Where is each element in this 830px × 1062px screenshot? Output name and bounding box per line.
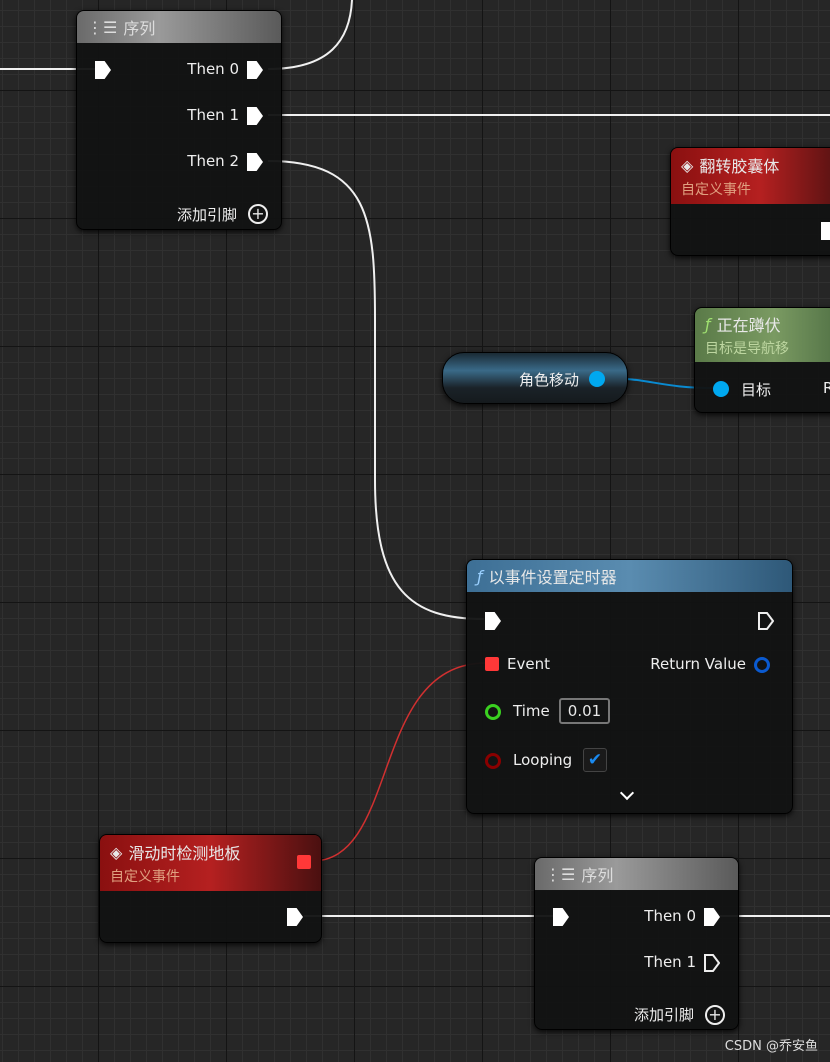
return-value-pin[interactable] [754, 657, 770, 673]
then-1-pin[interactable] [247, 107, 263, 125]
node-header: ƒ 正在蹲伏 目标是导航移 [695, 308, 830, 362]
exec-in-pin[interactable] [485, 612, 501, 630]
sequence-icon: ⋮☰ [87, 17, 118, 37]
function-icon: ƒ [705, 314, 711, 334]
wire-delegate [311, 662, 487, 862]
return-label: R [823, 379, 830, 397]
slide-detect-floor-event-node[interactable]: ◈ 滑动时检测地板 自定义事件 [99, 834, 322, 943]
event-pin[interactable] [485, 657, 499, 671]
is-crouching-node[interactable]: ƒ正在蹲伏 目标是导航移 目标 R [694, 307, 830, 413]
add-pin-label[interactable]: 添加引脚 [634, 1004, 694, 1025]
time-pin[interactable] [485, 704, 501, 720]
pin-then-2: Then 2 [187, 152, 239, 170]
pin-then-0: Then 0 [187, 60, 239, 78]
looping-label: Looping [513, 751, 573, 769]
event-diamond-icon: ◈ [681, 155, 694, 175]
then-0-pin[interactable] [247, 61, 263, 79]
event-diamond-icon: ◈ [110, 842, 123, 862]
node-header: ⋮☰ 序列 [535, 858, 738, 890]
return-value-label: Return Value [650, 655, 746, 673]
flip-capsule-event-node[interactable]: ◈ 翻转胶囊体 自定义事件 [670, 147, 830, 256]
then-1-pin[interactable] [704, 954, 721, 972]
variable-node[interactable]: 角色移动 [442, 352, 628, 404]
delegate-pin[interactable] [297, 855, 311, 869]
exec-out-pin[interactable] [821, 222, 830, 240]
looping-checkbox[interactable]: ✔ [583, 748, 607, 772]
node-header: ◈ 滑动时检测地板 自定义事件 [100, 835, 321, 891]
add-pin-label[interactable]: 添加引脚 [177, 204, 237, 225]
exec-in-pin[interactable] [95, 61, 111, 79]
sequence-icon: ⋮☰ [545, 864, 576, 884]
watermark: CSDN @乔安鱼 [724, 1039, 818, 1054]
set-timer-by-event-node[interactable]: ƒ 以事件设置定时器 Event Return Value Time 0.01 L… [466, 559, 793, 814]
sequence-node-top[interactable]: ⋮☰ 序列 Then 0 Then 1 Then 2 添加引脚 + [76, 10, 282, 230]
pin-then-1: Then 1 [187, 106, 239, 124]
exec-in-pin[interactable] [553, 908, 569, 926]
then-0-pin[interactable] [704, 908, 720, 926]
node-header: ◈ 翻转胶囊体 自定义事件 [671, 148, 830, 204]
add-pin-icon[interactable]: + [705, 1005, 725, 1025]
pin-then-1: Then 1 [644, 953, 696, 971]
node-header: ƒ 以事件设置定时器 [467, 560, 792, 592]
pin-then-0: Then 0 [644, 907, 696, 925]
event-label: Event [507, 655, 550, 673]
expand-chevron-icon[interactable] [619, 785, 635, 801]
then-2-pin[interactable] [247, 153, 263, 171]
target-pin[interactable] [713, 381, 729, 397]
time-input[interactable]: 0.01 [559, 698, 610, 724]
variable-label: 角色移动 [518, 371, 579, 389]
looping-pin[interactable] [485, 753, 501, 769]
time-label: Time [513, 702, 550, 720]
variable-out-pin[interactable] [589, 371, 605, 387]
node-header: ⋮☰ 序列 [77, 11, 281, 43]
exec-out-pin[interactable] [287, 908, 303, 926]
exec-out-pin[interactable] [758, 612, 775, 630]
target-label: 目标 [741, 381, 772, 399]
add-pin-icon[interactable]: + [248, 204, 268, 224]
function-icon: ƒ [477, 566, 483, 586]
sequence-node-bottom[interactable]: ⋮☰ 序列 Then 0 Then 1 添加引脚 + [534, 857, 739, 1030]
